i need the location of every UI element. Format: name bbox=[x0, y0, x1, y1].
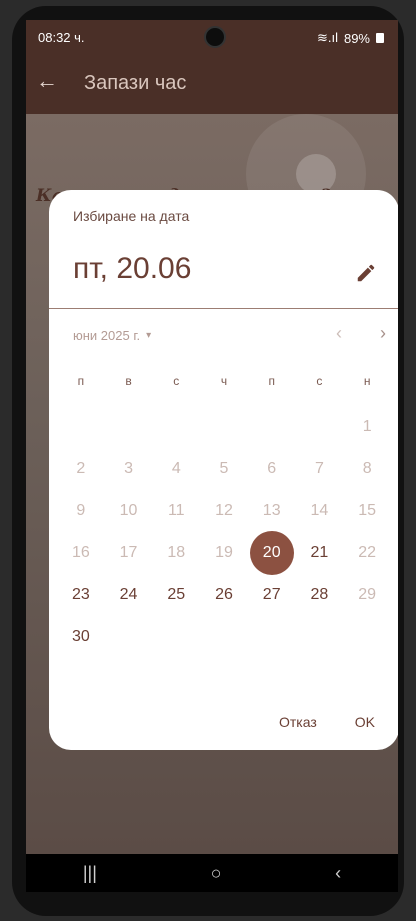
calendar-day: 8 bbox=[362, 460, 372, 477]
selected-day-indicator: 20 bbox=[249, 531, 294, 575]
calendar-day: 29 bbox=[358, 586, 377, 603]
calendar-empty-cell bbox=[57, 406, 105, 448]
calendar-empty-cell bbox=[296, 406, 344, 448]
status-time: 08:32 ч. bbox=[38, 30, 85, 45]
calendar-day: 15 bbox=[358, 502, 377, 519]
calendar-day: 22 bbox=[358, 544, 377, 561]
next-month-button[interactable]: › bbox=[367, 323, 398, 351]
calendar-day-grid: 1 2 3 4 5 6 7 8 9 10 11 12 13 14 15 16 17 18 19 20 21 22 23 24 2… bbox=[57, 406, 391, 658]
system-back-button[interactable]: ‹ bbox=[335, 863, 341, 884]
calendar-day: 16 bbox=[71, 544, 90, 561]
weekday-label: в bbox=[125, 374, 132, 388]
calendar-day: 10 bbox=[119, 502, 138, 519]
calendar-day: 2 bbox=[76, 460, 86, 477]
system-navigation-bar: ||| ○ ‹ bbox=[26, 854, 398, 892]
selected-date-display: пт, 20.06 bbox=[73, 252, 192, 285]
calendar-day[interactable]: 28 bbox=[296, 574, 344, 616]
calendar-day: 14 bbox=[310, 502, 329, 519]
calendar-day[interactable]: 24 bbox=[105, 574, 153, 616]
phone-frame: 08:32 ч. ≋.ıl 89% ← Запази час Каква про… bbox=[12, 6, 404, 916]
calendar-day: 9 bbox=[76, 502, 86, 519]
month-year-selector[interactable]: юни 2025 г. ▾ bbox=[73, 328, 151, 343]
pencil-icon[interactable] bbox=[355, 262, 377, 284]
month-year-label: юни 2025 г. bbox=[73, 328, 141, 343]
calendar-day[interactable]: 21 bbox=[296, 532, 344, 574]
camera-cutout bbox=[204, 26, 226, 48]
weekday-label: п bbox=[268, 374, 275, 388]
date-picker-dialog: Избиране на дата пт, 20.06 юни 2025 г. ▾… bbox=[49, 190, 398, 750]
calendar-day: 13 bbox=[262, 502, 281, 519]
calendar-day: 6 bbox=[267, 460, 277, 477]
calendar-empty-cell bbox=[105, 406, 153, 448]
calendar-day: 4 bbox=[171, 460, 181, 477]
weekday-label: с bbox=[173, 374, 180, 388]
weekday-label: н bbox=[363, 374, 371, 388]
calendar-day[interactable]: 23 bbox=[57, 574, 105, 616]
calendar-day[interactable]: 27 bbox=[248, 574, 296, 616]
back-arrow-icon[interactable]: ← bbox=[36, 68, 58, 94]
calendar-empty-cell bbox=[248, 406, 296, 448]
calendar-day: 11 bbox=[167, 502, 185, 519]
calendar-day: 5 bbox=[219, 460, 229, 477]
calendar-day: 1 bbox=[362, 418, 372, 435]
calendar-day: 17 bbox=[119, 544, 138, 561]
calendar-day: 12 bbox=[215, 502, 233, 519]
calendar-day: 19 bbox=[215, 544, 233, 561]
calendar-day: 18 bbox=[167, 544, 186, 561]
signal-icon: ≋.ıl bbox=[316, 30, 338, 45]
calendar-day[interactable]: 30 bbox=[57, 616, 105, 658]
ok-button[interactable]: OK bbox=[355, 714, 375, 730]
dialog-actions: Отказ OK bbox=[279, 714, 375, 730]
dialog-title: Избиране на дата bbox=[73, 208, 190, 224]
calendar-empty-cell bbox=[152, 406, 200, 448]
status-icons: ≋.ıl 89% bbox=[317, 30, 384, 46]
weekday-label: ч bbox=[220, 374, 228, 388]
battery-icon bbox=[376, 33, 384, 43]
recent-apps-button[interactable]: ||| bbox=[83, 863, 97, 884]
app-bar: ← Запази час bbox=[26, 50, 398, 114]
status-bar: 08:32 ч. ≋.ıl 89% bbox=[26, 20, 398, 50]
page-title: Запази час bbox=[84, 72, 187, 94]
calendar-day: 3 bbox=[124, 460, 134, 477]
weekday-header: п в с ч п с н bbox=[57, 374, 391, 388]
weekday-label: п bbox=[77, 374, 85, 388]
previous-month-button[interactable]: ‹ bbox=[323, 323, 355, 351]
home-button[interactable]: ○ bbox=[211, 863, 222, 884]
calendar-empty-cell bbox=[200, 406, 248, 448]
cancel-button[interactable]: Отказ bbox=[279, 714, 317, 730]
battery-percent: 89% bbox=[343, 30, 370, 46]
screen: 08:32 ч. ≋.ıl 89% ← Запази час Каква про… bbox=[26, 20, 398, 892]
weekday-label: с bbox=[316, 374, 323, 388]
calendar-day: 7 bbox=[314, 460, 324, 477]
dialog-divider bbox=[49, 308, 398, 309]
calendar-day[interactable]: 26 bbox=[200, 574, 248, 616]
calendar-day[interactable]: 25 bbox=[152, 574, 200, 616]
calendar-day[interactable]: 20 bbox=[248, 531, 296, 575]
chevron-down-icon: ▾ bbox=[146, 330, 152, 341]
